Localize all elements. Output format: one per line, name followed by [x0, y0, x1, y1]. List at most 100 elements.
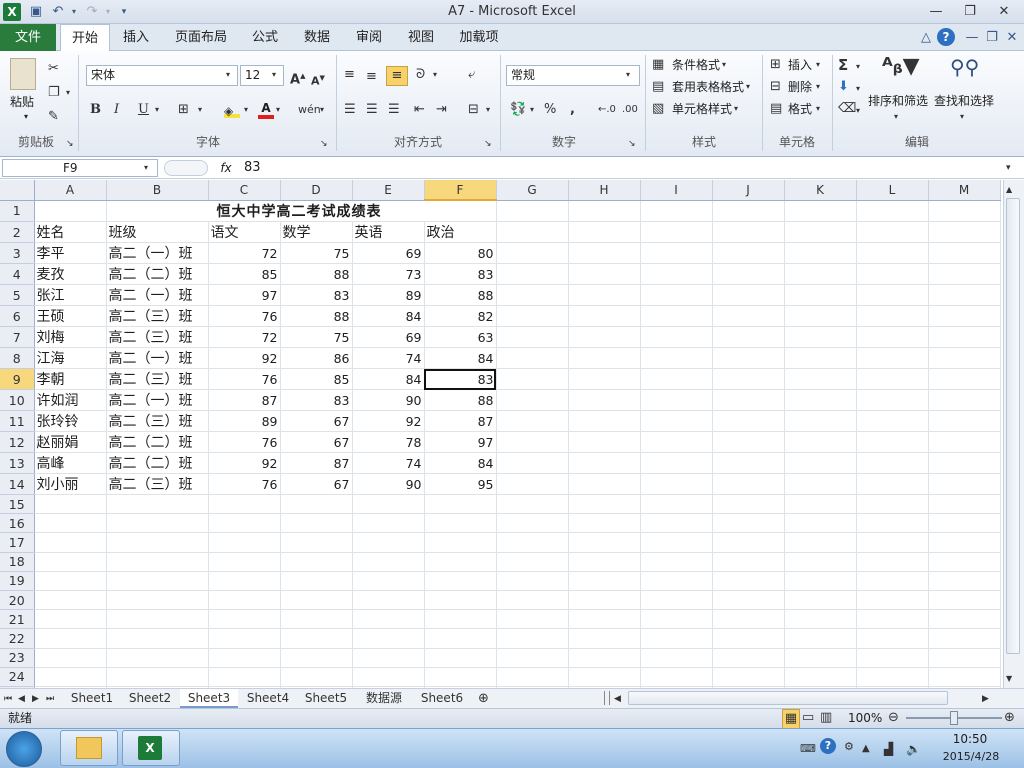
cell[interactable]: [424, 648, 497, 668]
undo-icon[interactable]: ↶: [50, 3, 66, 21]
phonetic-icon[interactable]: wén: [298, 101, 321, 119]
cell[interactable]: [928, 532, 1001, 553]
cell[interactable]: 97: [424, 431, 497, 453]
cell[interactable]: [712, 389, 785, 411]
cell[interactable]: [568, 221, 641, 243]
cell[interactable]: [496, 200, 569, 222]
horizontal-scroll-thumb[interactable]: [628, 691, 948, 705]
start-button-icon[interactable]: [6, 731, 42, 767]
cell[interactable]: [712, 326, 785, 348]
cell[interactable]: [784, 648, 857, 668]
cell[interactable]: [568, 513, 641, 534]
cell[interactable]: 麦孜: [34, 263, 107, 285]
cell[interactable]: 张玲铃: [34, 410, 107, 432]
cell[interactable]: [640, 667, 713, 687]
column-header[interactable]: D: [280, 180, 353, 201]
cell[interactable]: [928, 284, 1001, 306]
cell[interactable]: [640, 571, 713, 591]
cell[interactable]: 67: [280, 410, 353, 432]
decrease-indent-icon[interactable]: ⇤: [414, 101, 425, 119]
formula-expand-handle[interactable]: [164, 160, 208, 176]
format-as-table-button[interactable]: 套用表格格式: [672, 78, 744, 96]
cell[interactable]: [784, 389, 857, 411]
cell[interactable]: [496, 452, 569, 474]
cell[interactable]: 江海: [34, 347, 107, 369]
cell[interactable]: [784, 590, 857, 611]
workbook-minimize-icon[interactable]: —: [964, 29, 980, 47]
cell[interactable]: 高二（三）班: [106, 368, 209, 390]
row-header[interactable]: 20: [0, 590, 35, 611]
fill-dropdown-icon[interactable]: ▾: [856, 80, 860, 98]
excel-logo-icon[interactable]: X: [3, 3, 21, 21]
row-header[interactable]: 18: [0, 552, 35, 572]
cell[interactable]: 高峰: [34, 452, 107, 474]
cell[interactable]: [568, 590, 641, 611]
cell[interactable]: [568, 368, 641, 390]
cell[interactable]: [34, 648, 107, 668]
cell[interactable]: [496, 242, 569, 264]
cell[interactable]: [928, 431, 1001, 453]
cell[interactable]: [784, 628, 857, 649]
cell[interactable]: [640, 305, 713, 327]
cell-styles-button[interactable]: 单元格样式: [672, 100, 732, 118]
copy-icon[interactable]: ❐: [48, 84, 60, 102]
cell[interactable]: [106, 532, 209, 553]
cell[interactable]: [856, 590, 929, 611]
cell[interactable]: 李平: [34, 242, 107, 264]
cell[interactable]: [106, 513, 209, 534]
cell[interactable]: [856, 494, 929, 515]
cell[interactable]: [496, 263, 569, 285]
cell[interactable]: [280, 513, 353, 534]
cell[interactable]: [928, 368, 1001, 390]
cell[interactable]: [106, 609, 209, 630]
cell[interactable]: [34, 494, 107, 515]
insert-worksheet-icon[interactable]: ⊕: [478, 690, 489, 708]
cell[interactable]: [568, 452, 641, 474]
cell[interactable]: [640, 242, 713, 264]
cell[interactable]: [352, 590, 425, 611]
cell[interactable]: 76: [208, 305, 281, 327]
page-break-view-icon[interactable]: ▥: [820, 709, 832, 727]
phonetic-dropdown-icon[interactable]: ▾: [320, 101, 324, 119]
cell[interactable]: [712, 494, 785, 515]
cell[interactable]: 王硕: [34, 305, 107, 327]
cell[interactable]: 84: [424, 452, 497, 474]
copy-dropdown-icon[interactable]: ▾: [66, 84, 70, 102]
cell[interactable]: [208, 494, 281, 515]
cell[interactable]: [712, 410, 785, 432]
cell[interactable]: [568, 389, 641, 411]
cell[interactable]: [712, 648, 785, 668]
cell[interactable]: [856, 200, 929, 222]
cell[interactable]: [280, 667, 353, 687]
format-painter-icon[interactable]: ✎: [48, 108, 59, 126]
orientation-icon[interactable]: ᘐ: [416, 66, 425, 84]
autosum-icon[interactable]: Σ: [838, 56, 848, 74]
cell[interactable]: [106, 552, 209, 572]
cell[interactable]: [568, 648, 641, 668]
cell[interactable]: [856, 347, 929, 369]
cell[interactable]: 87: [280, 452, 353, 474]
cell[interactable]: [280, 648, 353, 668]
sheet-tab[interactable]: Sheet1: [64, 689, 120, 708]
row-header[interactable]: 15: [0, 494, 35, 515]
cell[interactable]: 76: [208, 473, 281, 495]
cell[interactable]: [640, 628, 713, 649]
cell[interactable]: 87: [424, 410, 497, 432]
help-icon[interactable]: ?: [937, 28, 955, 46]
redo-icon[interactable]: ↷: [84, 3, 100, 21]
cell[interactable]: [424, 552, 497, 572]
cell[interactable]: [34, 513, 107, 534]
name-box[interactable]: F9: [2, 159, 158, 177]
cell[interactable]: [712, 347, 785, 369]
cell[interactable]: [496, 284, 569, 306]
cell[interactable]: [496, 347, 569, 369]
cell[interactable]: [352, 513, 425, 534]
cell[interactable]: [208, 667, 281, 687]
cell[interactable]: [856, 473, 929, 495]
tab-split-handle[interactable]: [604, 691, 610, 705]
cell[interactable]: 88: [424, 284, 497, 306]
cell[interactable]: 83: [424, 263, 497, 285]
cell[interactable]: [640, 590, 713, 611]
save-icon[interactable]: ▣: [28, 3, 44, 21]
cell[interactable]: [568, 571, 641, 591]
